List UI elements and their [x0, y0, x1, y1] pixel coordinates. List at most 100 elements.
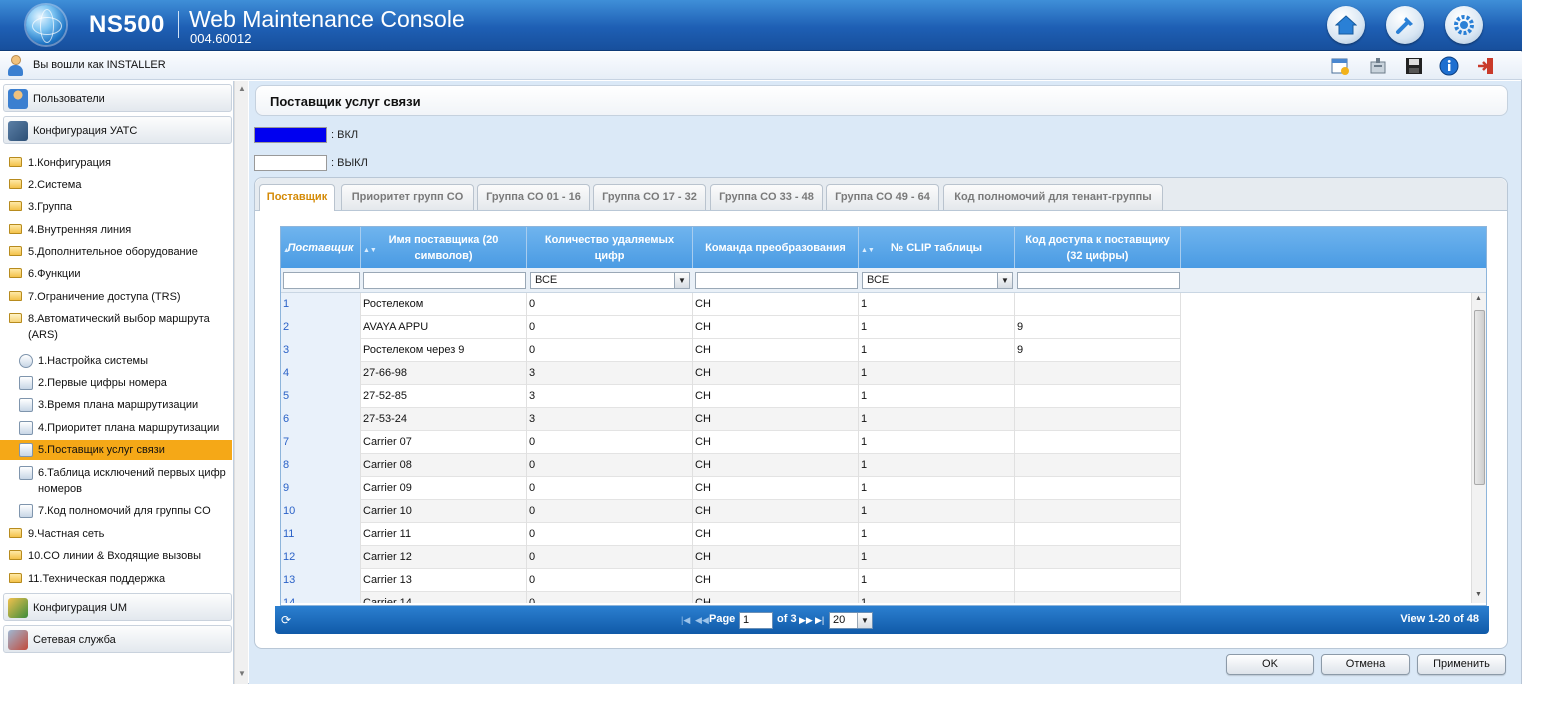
- sidebar-item-trs[interactable]: 7.Ограничение доступа (TRS): [0, 289, 234, 305]
- sidebar-item-private-network[interactable]: 9.Частная сеть: [0, 526, 234, 542]
- filter-digits-select[interactable]: ВСЕ ▼: [530, 272, 690, 289]
- column-carrier-name[interactable]: ▲▼ Имя поставщика (20 символов): [361, 227, 527, 268]
- first-page-icon[interactable]: |◀: [681, 615, 690, 626]
- sidebar-item-configuration[interactable]: 1.Конфигурация: [0, 155, 234, 171]
- next-page-icon[interactable]: ▶▶: [799, 615, 813, 626]
- table-row[interactable]: 10 Carrier 10 0 CH 1: [281, 500, 1181, 523]
- dropdown-arrow-icon[interactable]: ▼: [857, 613, 872, 628]
- info-icon[interactable]: [1438, 55, 1460, 77]
- column-removed-digits[interactable]: Количество удаляемых цифр: [527, 227, 693, 268]
- sidebar-item-co-lines[interactable]: 10.CO линии & Входящие вызовы: [0, 548, 234, 564]
- rows-per-page-select[interactable]: 20 ▼: [829, 612, 873, 629]
- scroll-down-arrow-icon[interactable]: ▼: [237, 669, 247, 679]
- apply-button[interactable]: Применить: [1417, 654, 1506, 675]
- sidebar-subitem-carrier[interactable]: 5.Поставщик услуг связи: [0, 440, 232, 460]
- folder-icon: [9, 224, 22, 234]
- users-icon: [8, 89, 28, 109]
- column-access-code[interactable]: Код доступа к поставщику (32 цифры): [1015, 227, 1181, 268]
- sidebar-item-features[interactable]: 6.Функции: [0, 266, 234, 282]
- cancel-button[interactable]: Отмена: [1321, 654, 1410, 675]
- folder-open-icon: [9, 313, 22, 323]
- filter-name-input[interactable]: [363, 272, 526, 289]
- folder-icon: [9, 291, 22, 301]
- table-icon: [19, 376, 33, 390]
- scroll-up-arrow-icon[interactable]: ▲: [237, 84, 247, 94]
- sidebar-scrollbar[interactable]: ▲ ▼: [234, 81, 248, 684]
- column-modify-command[interactable]: Команда преобразования: [693, 227, 859, 268]
- table-row[interactable]: 14 Carrier 14 0 CH 1: [281, 592, 1181, 603]
- column-carrier[interactable]: ▲ Поставщик: [281, 227, 361, 268]
- sidebar-item-ars[interactable]: 8.Автоматический выбор маршрута (ARS): [0, 311, 234, 343]
- filter-command-input[interactable]: [695, 272, 858, 289]
- sidebar-item-optional-equipment[interactable]: 5.Дополнительное оборудование: [0, 244, 234, 260]
- folder-icon: [9, 268, 22, 278]
- grid-header: ▲ Поставщик ▲▼ Имя поставщика (20 символов…: [281, 227, 1486, 268]
- scroll-down-arrow-icon[interactable]: ▼: [1475, 591, 1482, 598]
- tools-icon[interactable]: [1386, 6, 1424, 44]
- tab-co-group-01-16[interactable]: Группа CO 01 - 16: [477, 184, 590, 210]
- sidebar-subitem-routing-priority[interactable]: 4.Приоритет плана маршрутизации: [0, 420, 234, 436]
- table-row[interactable]: 8 Carrier 08 0 CH 1: [281, 454, 1181, 477]
- sidebar-item-maintenance[interactable]: 11.Техническая поддержка: [0, 571, 234, 587]
- last-page-icon[interactable]: ▶|: [815, 615, 824, 626]
- table-row[interactable]: 12 Carrier 12 0 CH 1: [281, 546, 1181, 569]
- tab-carrier[interactable]: Поставщик: [259, 184, 335, 211]
- sidebar-item-system[interactable]: 2.Система: [0, 177, 234, 193]
- sidebar-item-extension[interactable]: 4.Внутренняя линия: [0, 222, 234, 238]
- sort-icon: ▲▼: [861, 247, 875, 254]
- scroll-up-arrow-icon[interactable]: ▲: [1475, 295, 1482, 302]
- tab-co-group-17-32[interactable]: Группа CO 17 - 32: [593, 184, 706, 210]
- ok-button[interactable]: OK: [1226, 654, 1314, 675]
- dropdown-arrow-icon[interactable]: ▼: [674, 273, 689, 288]
- tab-co-group-33-48[interactable]: Группа CO 33 - 48: [710, 184, 823, 210]
- phone-icon[interactable]: [1367, 55, 1389, 77]
- refresh-icon[interactable]: ⟳: [281, 613, 291, 627]
- app-window: NS500 Web Maintenance Console 004.60012 …: [0, 0, 1522, 684]
- grid-scrollbar[interactable]: ▲ ▼: [1471, 293, 1486, 603]
- table-row[interactable]: 1 Ростелеком 0 CH 1: [281, 293, 1181, 316]
- table-row[interactable]: 6 27-53-24 3 CH 1: [281, 408, 1181, 431]
- sidebar-section-network-service[interactable]: Сетевая служба: [3, 625, 232, 653]
- tab-co-group-49-64[interactable]: Группа CO 49 - 64: [826, 184, 939, 210]
- table-row[interactable]: 5 27-52-85 3 CH 1: [281, 385, 1181, 408]
- table-row[interactable]: 9 Carrier 09 0 CH 1: [281, 477, 1181, 500]
- sidebar-subitem-system-setup[interactable]: 1.Настройка системы: [0, 353, 234, 369]
- calendar-icon[interactable]: [1329, 55, 1351, 77]
- page-number-input[interactable]: 1: [739, 612, 773, 629]
- legend-on-label: : ВКЛ: [331, 129, 359, 141]
- table-row[interactable]: 4 27-66-98 3 CH 1: [281, 362, 1181, 385]
- folder-icon: [9, 528, 22, 538]
- folder-icon: [9, 246, 22, 256]
- scroll-thumb[interactable]: [1474, 310, 1485, 485]
- grid-body: 1 Ростелеком 0 CH 1 2 AVAYA APPU 0 CH 1 9 3 Ростел…: [281, 293, 1471, 603]
- table-row[interactable]: 7 Carrier 07 0 CH 1: [281, 431, 1181, 454]
- table-row[interactable]: 3 Ростелеком через 9 0 CH 1 9: [281, 339, 1181, 362]
- filter-carrier-input[interactable]: [283, 272, 360, 289]
- sidebar-section-pbx-config[interactable]: Конфигурация УАТС: [3, 116, 232, 144]
- table-row[interactable]: 13 Carrier 13 0 CH 1: [281, 569, 1181, 592]
- sidebar-subitem-routing-time[interactable]: 3.Время плана маршрутизации: [0, 397, 234, 413]
- table-row[interactable]: 2 AVAYA APPU 0 CH 1 9: [281, 316, 1181, 339]
- filter-clip-select[interactable]: ВСЕ ▼: [862, 272, 1013, 289]
- prev-page-icon[interactable]: ◀◀: [695, 615, 709, 626]
- dropdown-arrow-icon[interactable]: ▼: [997, 273, 1012, 288]
- settings-icon[interactable]: [1445, 6, 1483, 44]
- save-icon[interactable]: [1403, 55, 1425, 77]
- column-clip-table[interactable]: ▲▼ № CLIP таблицы: [859, 227, 1015, 268]
- home-icon[interactable]: [1327, 6, 1365, 44]
- sidebar-subitem-exception-table[interactable]: 6.Таблица исключений первых цифр номеров: [0, 465, 234, 497]
- sidebar-item-group[interactable]: 3.Группа: [0, 199, 234, 215]
- view-range-label: View 1-20 of 48: [1400, 613, 1479, 625]
- filter-access-code-input[interactable]: [1017, 272, 1180, 289]
- sidebar-section-users[interactable]: Пользователи: [3, 84, 232, 112]
- grid-pager: ⟳ |◀ ◀◀ Page 1 of 3 ▶▶ ▶| 20 ▼ View 1-20 …: [275, 606, 1489, 634]
- user-bar: Вы вошли как INSTALLER: [0, 52, 1522, 80]
- table-row[interactable]: 11 Carrier 11 0 CH 1: [281, 523, 1181, 546]
- tab-co-group-priority[interactable]: Приоритет групп CO: [341, 184, 474, 210]
- sidebar-section-um-config[interactable]: Конфигурация UM: [3, 593, 232, 621]
- sidebar-subitem-leading-digits[interactable]: 2.Первые цифры номера: [0, 375, 234, 391]
- sidebar-subitem-co-authorization[interactable]: 7.Код полномочий для группы CO: [0, 503, 234, 519]
- page-count-label: of 3: [777, 613, 797, 625]
- tab-tenant-authorization[interactable]: Код полномочий для тенант-группы: [943, 184, 1163, 210]
- logout-icon[interactable]: [1475, 55, 1497, 77]
